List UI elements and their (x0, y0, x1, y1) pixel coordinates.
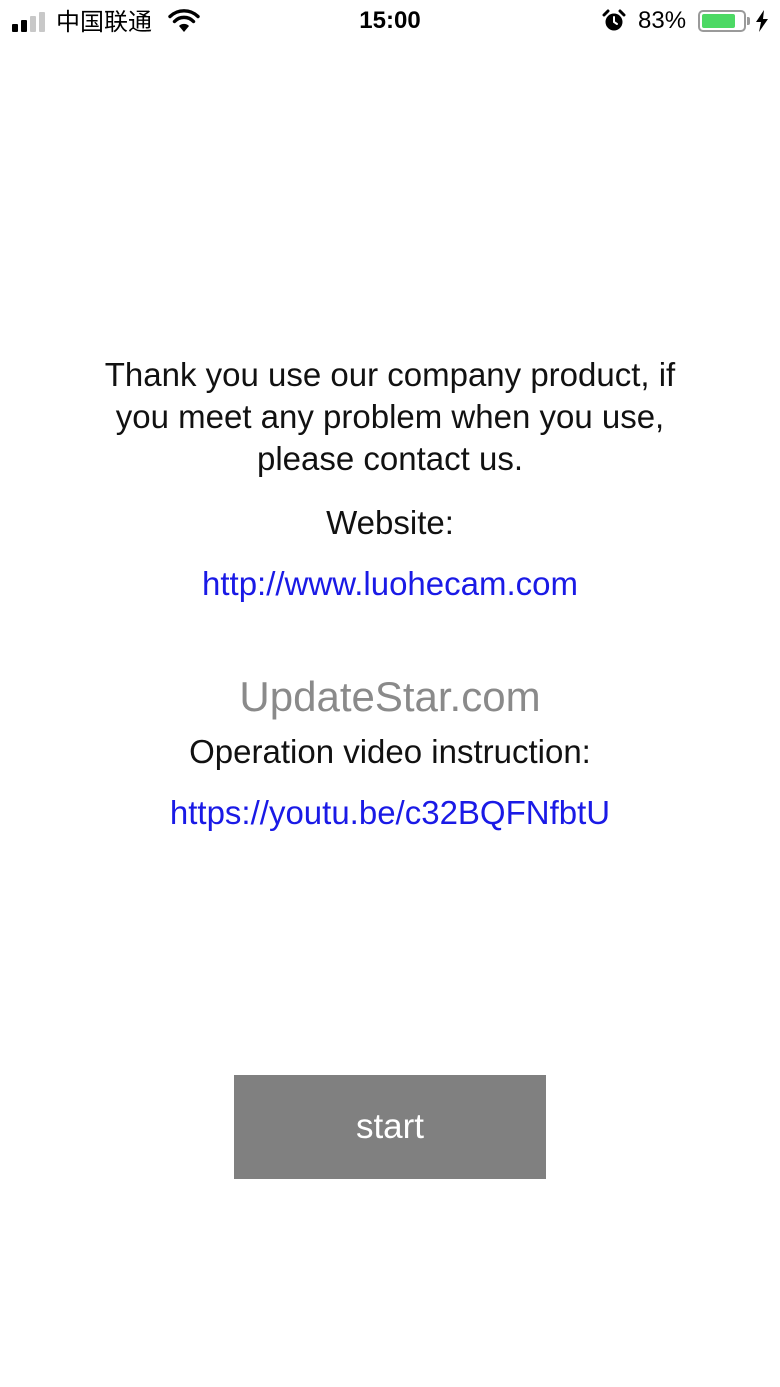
video-link[interactable]: https://youtu.be/c32BQFNfbtU (0, 792, 780, 834)
battery-fill (702, 14, 736, 28)
charging-icon (756, 10, 768, 32)
watermark-text: UpdateStar.com (239, 673, 541, 720)
video-instruction-label: Operation video instruction: (189, 733, 591, 770)
battery-icon (698, 10, 746, 32)
battery-tip (747, 17, 750, 25)
battery-percent: 83% (638, 7, 687, 34)
website-link[interactable]: http://www.luohecam.com (0, 563, 780, 605)
start-button[interactable]: start (234, 1075, 546, 1179)
status-bar: 中国联通 15:00 83% (0, 0, 780, 44)
alarm-icon (602, 9, 626, 31)
thank-you-message: Thank you use our company product, if yo… (104, 356, 676, 477)
website-label: Website: (326, 504, 454, 541)
